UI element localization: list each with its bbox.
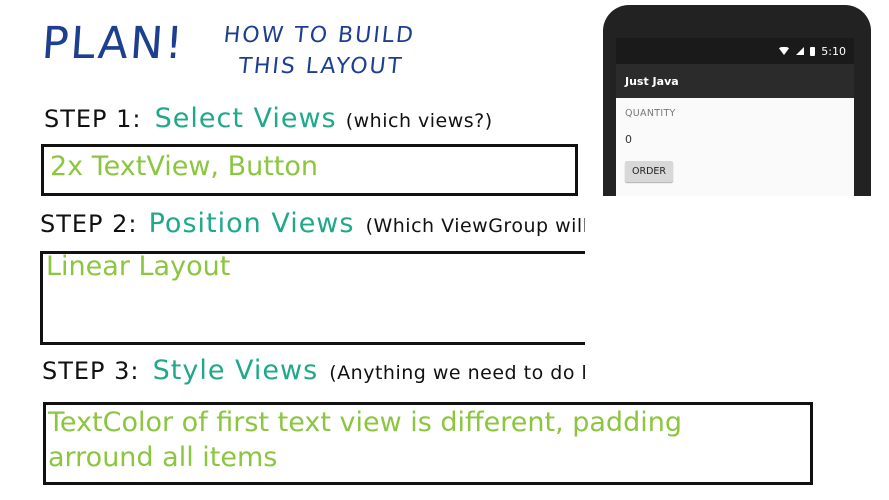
battery-icon xyxy=(810,46,816,56)
signal-icon xyxy=(796,47,805,55)
quantity-value: 0 xyxy=(625,133,632,146)
step-2-label: STEP 2: xyxy=(40,210,138,238)
phone-screen: 5:10 Just Java QUANTITY 0 ORDER xyxy=(616,38,854,208)
step-3-title: Style Views xyxy=(152,355,319,386)
quantity-label: QUANTITY xyxy=(625,108,676,119)
status-time: 5:10 xyxy=(821,44,846,58)
step-1-label: STEP 1: xyxy=(44,105,142,133)
wifi-icon xyxy=(778,47,791,55)
step-1-title: Select Views xyxy=(154,103,337,134)
step-3-answer-line1: TextColor of first text view is differen… xyxy=(48,407,682,438)
step-2-title: Position Views xyxy=(148,208,355,239)
step-1-answer: 2x TextView, Button xyxy=(50,151,319,182)
app-content: QUANTITY 0 ORDER xyxy=(616,98,854,208)
step-3-answer: TextColor of first text view is differen… xyxy=(48,405,682,475)
app-bar-title: Just Java xyxy=(616,64,854,98)
plan-subtitle-line2: THIS LAYOUT xyxy=(237,54,405,79)
order-button[interactable]: ORDER xyxy=(625,161,673,182)
step-3-answer-line2: arround all items xyxy=(48,442,278,473)
step-3-heading: STEP 3: Style Views (Anything we need to… xyxy=(42,355,645,386)
status-bar: 5:10 xyxy=(616,38,854,64)
step-3-label: STEP 3: xyxy=(42,357,140,385)
step-1-heading: STEP 1: Select Views (which views?) xyxy=(44,103,493,134)
plan-subtitle: HOW TO BUILD THIS LAYOUT xyxy=(219,20,417,82)
phone-mockup: 5:10 Just Java QUANTITY 0 ORDER xyxy=(603,5,871,208)
step-1-question: (which views?) xyxy=(345,110,493,132)
plan-title: PLAN! xyxy=(40,18,187,69)
step-2-answer: Linear Layout xyxy=(46,251,231,282)
plan-subtitle-line1: HOW TO BUILD xyxy=(222,23,417,48)
